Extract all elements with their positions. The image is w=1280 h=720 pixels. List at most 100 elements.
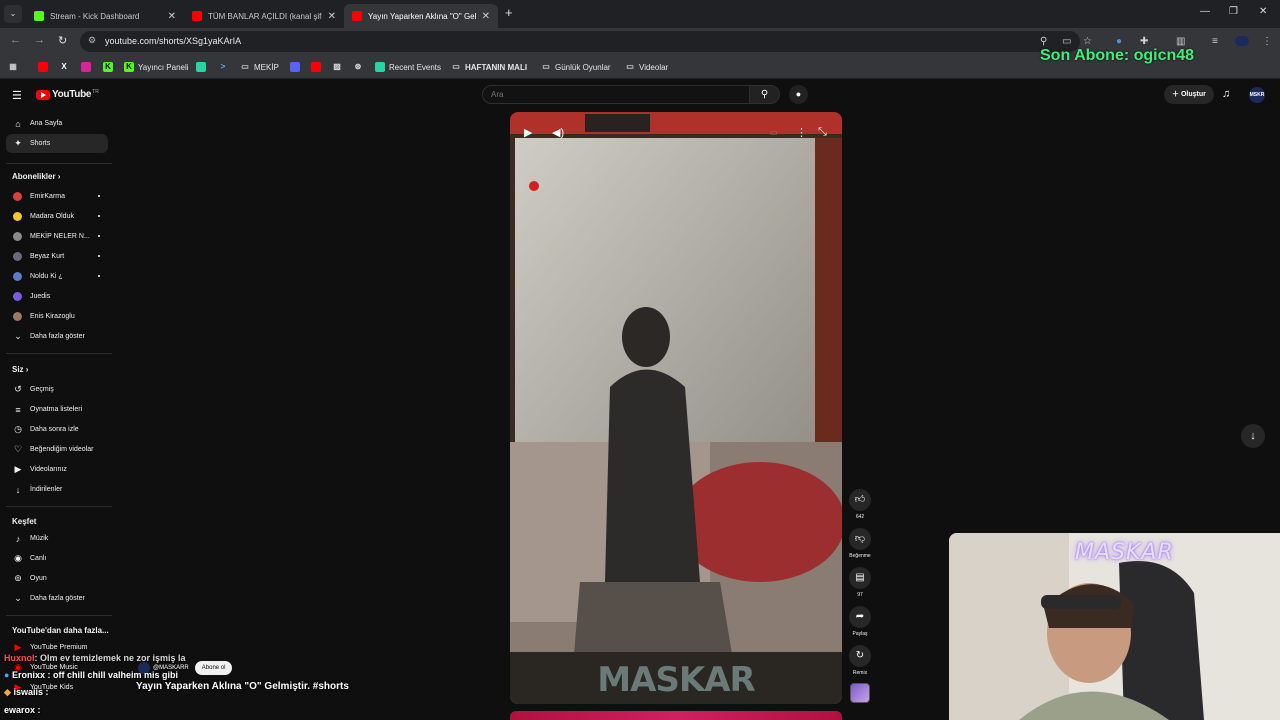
back-arrow-icon[interactable]: ← [10,34,21,46]
instagram-bookmark-icon[interactable] [81,60,95,74]
forward-arrow-icon[interactable]: → [34,34,45,46]
tab-tum-banlar[interactable]: TÜM BANLAR AÇILDI (kanal şifre... ✕ [184,4,344,28]
profile-avatar-icon[interactable] [1235,36,1249,46]
show-more-subscriptions-button[interactable]: ⌄ Daha fazla göster [6,327,108,346]
search-input[interactable]: Ara [482,85,750,104]
you-heading[interactable]: Siz › [12,365,28,374]
sidebar-item-gaming[interactable]: ⊚ Oyun [6,569,108,588]
sidebar-item-your-videos[interactable]: ▶ Videolarınız [6,460,108,479]
like-action[interactable]: 👍︎ 642 [848,489,872,520]
share-arrow-icon[interactable]: ➦ [849,606,871,628]
kebab-menu-icon[interactable]: ⋮ [1262,36,1272,47]
bookmark-folder-videolar[interactable]: ▭ Videolar [625,60,668,74]
captions-icon[interactable]: ▭ [770,128,778,137]
subscription-emirkarma[interactable]: EmirKarma [6,187,108,206]
kick-bookmark-icon[interactable]: K [103,60,117,74]
image-bookmark-icon[interactable]: ▨ [332,60,346,74]
bookmark-folder-gunluk-oyunlar[interactable]: ▭ Günlük Oyunlar [541,60,610,74]
show-more-explore-button[interactable]: ⌄ Daha fazla göster [6,589,108,608]
sound-thumbnail[interactable] [850,683,870,703]
account-avatar[interactable]: MSKR [1249,87,1265,103]
subscription-enis-kirazoglu[interactable]: Enis Kirazoglu [6,307,108,326]
youtube-bookmark-icon-2[interactable] [311,60,325,74]
fullscreen-icon[interactable]: ⤡ [818,126,827,139]
bookmark-folder-haftanin-mali[interactable]: ▭ HAFTANIN MALI [451,60,527,74]
sidebar-item-shorts[interactable]: ✦ Shorts [6,134,108,153]
sidebar-item-live[interactable]: ◉ Canlı [6,549,108,568]
close-icon[interactable]: ✕ [328,11,336,22]
close-icon[interactable]: ✕ [482,11,490,22]
music-note-icon: ♪ [15,533,21,544]
extensions-puzzle-icon[interactable]: ✚ [1140,36,1148,47]
sidebar-item-history[interactable]: ↺ Geçmiş [6,380,108,399]
subscription-beyaz-kurt[interactable]: Beyaz Kurt [6,247,108,266]
subscription-juedis[interactable]: Juedis [6,287,108,306]
discord-bookmark-icon[interactable] [290,60,304,74]
new-tab-plus-icon[interactable]: + [505,5,513,20]
bookmark-star-icon[interactable]: ☆ [1083,36,1092,47]
apps-grid-icon[interactable]: ▦ [8,60,22,74]
comments-action[interactable]: ▤ 97 [848,567,872,598]
sidebar-item-liked-videos[interactable]: ♡ Beğendiğim videolar [6,440,108,459]
create-label: Oluştur [1180,91,1206,98]
subscriptions-heading[interactable]: Abonelikler › [12,172,60,181]
volume-icon[interactable]: ◀) [552,126,564,139]
sidebar-item-playlists[interactable]: ≡ Oynatma listeleri [6,400,108,419]
sidebar-item-home[interactable]: ⌂ Ana Sayfa [6,114,108,133]
shorts-player[interactable]: ▶ ◀) ▭ ⋮ ⤡ MASKAR [510,112,842,704]
site-info-icon[interactable]: ⚙ [88,35,96,46]
sidebar-panel-icon[interactable]: ▥ [1176,36,1185,47]
minimize-icon[interactable]: — [1200,6,1210,17]
search-icon[interactable]: ⚲ [750,85,780,104]
next-short-arrow-icon[interactable]: ↓ [1241,424,1265,448]
dislike-action[interactable]: 👎︎ Beğenme [848,528,872,559]
window-close-icon[interactable]: ✕ [1259,6,1267,17]
url-field[interactable]: ⚙ youtube.com/shorts/XSg1yaKArIA [80,31,1080,52]
thumbs-down-icon[interactable]: 👎︎ [849,528,871,550]
bookmark-yayinci-paneli[interactable]: K Yayıncı Paneli [124,60,189,74]
chat-bookmark-icon[interactable] [196,60,210,74]
next-short-preview[interactable] [510,711,842,720]
subscription-mekip-neler[interactable]: MEKİP NELER N... [6,227,108,246]
sidebar-item-music[interactable]: ♪ Müzik [6,529,108,548]
sidebar-item-label: Juedis [30,293,51,300]
play-icon[interactable]: ▶ [524,126,532,139]
microphone-icon[interactable]: ● [789,85,808,104]
comment-icon[interactable]: ▤ [849,567,871,589]
extension-circle-icon[interactable]: ● [1116,36,1122,47]
sidebar-item-label: Daha sonra izle [30,426,79,433]
youtube-logo[interactable]: YouTube TR [36,89,99,100]
restore-icon[interactable]: ❐ [1229,6,1238,17]
more-options-icon[interactable]: ⋮ [796,126,807,139]
zoom-icon[interactable]: ⚲ [1040,36,1047,47]
bookmark-folder-mekip[interactable]: ▭ MEKİP [240,60,279,74]
share-label: Paylaş [852,631,868,637]
tab-current-short[interactable]: Yayın Yaparken Aklına "O" Gelmiştir... ✕ [344,4,498,28]
notifications-bell-icon[interactable]: ♫ [1222,88,1230,100]
x-bookmark-icon[interactable]: X [59,60,73,74]
sidebar-item-watch-later[interactable]: ◷ Daha sonra izle [6,420,108,439]
thumbs-up-icon[interactable]: 👍︎ [849,489,871,511]
reload-icon[interactable]: ↻ [58,34,67,47]
close-icon[interactable]: ✕ [168,11,176,22]
media-controls-icon[interactable]: ≡ [1212,36,1218,47]
youtube-bookmark-icon[interactable] [38,60,52,74]
prompt-bookmark-icon[interactable]: > [218,60,232,74]
create-button[interactable]: ＋ Oluştur [1164,85,1214,104]
share-action[interactable]: ➦ Paylaş [848,606,872,637]
sidebar-item-label: İndirilenler [30,486,63,493]
bookmark-recent-events[interactable]: Recent Events [375,60,441,74]
remix-action[interactable]: ↻ Remix [848,645,872,676]
openai-bookmark-icon[interactable]: ⊛ [353,60,367,74]
tab-kick-dashboard[interactable]: Stream - Kick Dashboard ✕ [26,4,184,28]
home-icon: ⌂ [15,118,21,129]
short-title[interactable]: Yayın Yaparken Aklına "O" Gelmiştir. #sh… [136,681,349,692]
sidebar-item-downloads[interactable]: ↓ İndirilenler [6,480,108,499]
cast-icon[interactable]: ▭ [1062,36,1071,47]
subscribe-button[interactable]: Abone ol [194,661,233,675]
subscription-noldu-ki[interactable]: Noldu Ki ¿ [6,267,108,286]
remix-icon[interactable]: ↻ [849,645,871,667]
tab-search-chevron-icon[interactable]: ⌄ [4,5,22,23]
subscription-madara-olduk[interactable]: Madara Olduk [6,207,108,226]
guide-menu-icon[interactable]: ☰ [12,89,22,102]
